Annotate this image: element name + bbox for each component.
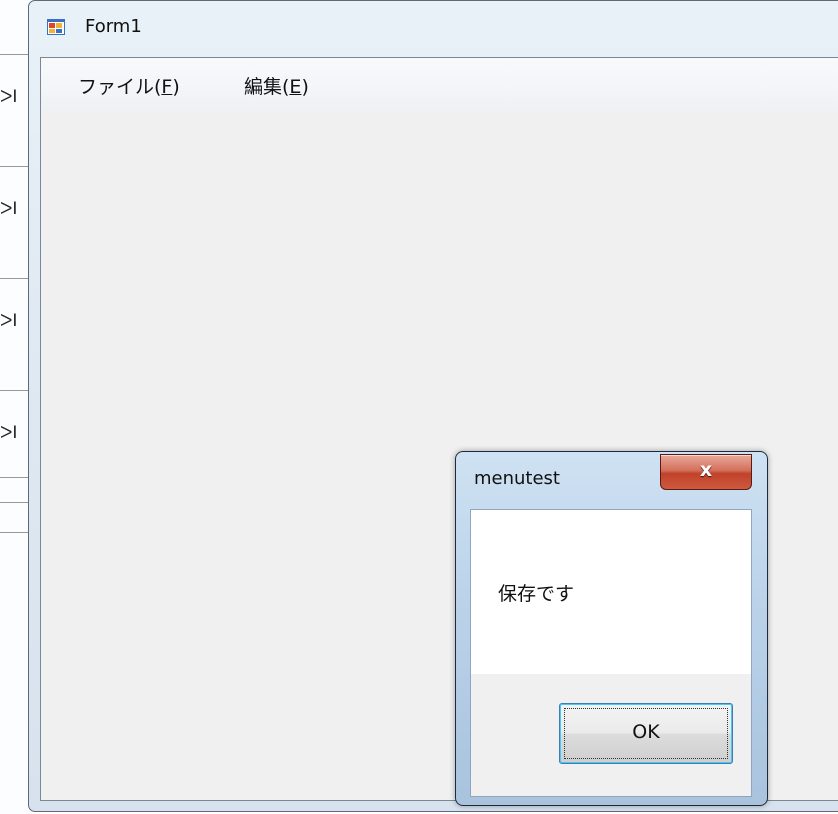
message-area: 保存です <box>471 510 751 674</box>
close-button[interactable]: x <box>660 454 752 490</box>
divider <box>0 54 30 55</box>
menu-edit-label: 編集( <box>244 76 290 98</box>
ok-button-label: OK <box>632 721 660 743</box>
desktop: ᐳI ᐳI ᐳI ᐳI Form1 ファイル(F) 編集(E) menutest… <box>0 0 838 814</box>
menu-file[interactable]: ファイル(F) <box>75 70 183 101</box>
menu-bar: ファイル(F) 編集(E) <box>41 58 838 110</box>
dialog-title: menutest <box>474 468 560 489</box>
dialog-body: 保存です OK <box>470 509 752 797</box>
divider <box>0 532 30 533</box>
close-icon: x <box>699 459 713 481</box>
divider <box>0 502 30 503</box>
bg-row-glyph: ᐳI <box>0 311 18 331</box>
menu-file-accel: F <box>161 76 173 98</box>
divider <box>0 278 30 279</box>
dialog-message: 保存です <box>498 583 575 605</box>
divider <box>0 166 30 167</box>
menu-file-suffix: ) <box>172 76 180 98</box>
app-icon <box>47 19 65 35</box>
message-box-dialog: menutest x 保存です OK <box>455 451 768 806</box>
bg-row-glyph: ᐳI <box>0 423 18 443</box>
bg-row-glyph: ᐳI <box>0 199 18 219</box>
divider <box>0 477 30 478</box>
menu-file-label: ファイル( <box>78 76 162 98</box>
menu-edit-suffix: ) <box>301 76 309 98</box>
menu-edit-accel: E <box>289 76 302 98</box>
window-title: Form1 <box>85 16 142 37</box>
ok-button[interactable]: OK <box>559 703 733 764</box>
divider <box>0 390 30 391</box>
background-window: ᐳI ᐳI ᐳI ᐳI <box>0 0 30 814</box>
bg-row-glyph: ᐳI <box>0 87 18 107</box>
title-bar[interactable]: Form1 <box>29 1 838 57</box>
menu-edit[interactable]: 編集(E) <box>241 70 312 101</box>
